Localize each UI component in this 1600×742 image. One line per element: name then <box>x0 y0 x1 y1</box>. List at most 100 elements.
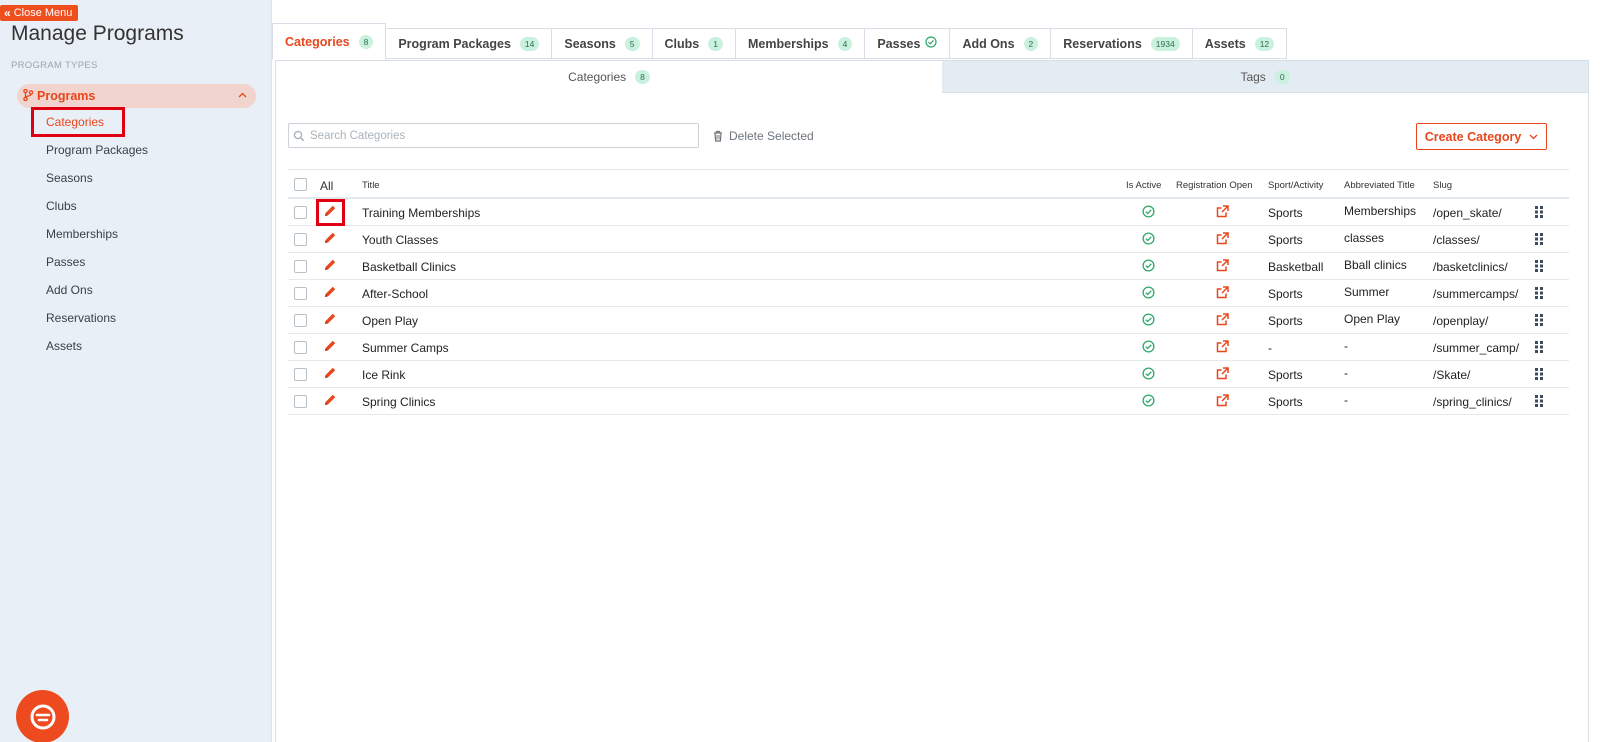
close-menu-button[interactable]: « Close Menu <box>0 5 79 21</box>
pencil-icon[interactable] <box>322 284 338 303</box>
header-title[interactable]: Title <box>362 180 380 191</box>
pencil-icon[interactable] <box>322 311 338 330</box>
drag-handle-icon[interactable] <box>1535 395 1543 410</box>
external-link-icon[interactable] <box>1216 340 1229 356</box>
tab-bar: Categories 8 Program Packages 14 Seasons… <box>272 23 1288 60</box>
create-category-button[interactable]: Create Category <box>1416 123 1547 150</box>
count-badge: 5 <box>624 36 640 51</box>
subtab-tags[interactable]: Tags 0 <box>942 61 1588 93</box>
row-title: Basketball Clinics <box>362 260 457 274</box>
chat-help-button[interactable] <box>16 690 69 742</box>
count-badge: 12 <box>1254 36 1275 51</box>
row-slug: /spring_clinics/ <box>1433 395 1512 409</box>
search-input[interactable] <box>310 129 690 142</box>
tab-label: Categories <box>285 34 350 49</box>
chevron-down-icon <box>1529 134 1538 139</box>
external-link-icon[interactable] <box>1216 205 1229 221</box>
pencil-icon[interactable] <box>322 230 338 249</box>
search-icon <box>293 130 305 141</box>
tab-reservations[interactable]: Reservations 1934 <box>1051 28 1193 59</box>
external-link-icon[interactable] <box>1216 286 1229 302</box>
row-title: Ice Rink <box>362 368 406 382</box>
external-link-icon[interactable] <box>1216 313 1229 329</box>
row-checkbox[interactable] <box>294 368 307 381</box>
header-abbreviated-title[interactable]: Abbreviated Title <box>1344 180 1415 191</box>
row-sport: Sports <box>1268 287 1303 301</box>
tab-memberships[interactable]: Memberships 4 <box>736 28 866 59</box>
close-menu-label: Close Menu <box>13 7 73 19</box>
row-checkbox[interactable] <box>294 341 307 354</box>
drag-handle-icon[interactable] <box>1535 260 1543 275</box>
row-abbreviated-title: classes <box>1344 231 1385 245</box>
header-slug[interactable]: Slug <box>1433 180 1452 191</box>
header-registration-open[interactable]: Registration Open <box>1176 180 1253 191</box>
tab-seasons[interactable]: Seasons 5 <box>552 28 653 59</box>
tab-label: Add Ons <box>962 36 1015 51</box>
delete-selected-button[interactable]: Delete Selected <box>713 129 814 143</box>
tab-passes[interactable]: Passes <box>865 28 951 59</box>
double-chevron-left-icon: « <box>4 6 11 20</box>
row-sport: Sports <box>1268 395 1303 409</box>
check-circle-icon <box>1142 340 1155 356</box>
tab-add-ons[interactable]: Add Ons 2 <box>950 28 1052 59</box>
pencil-icon[interactable] <box>322 392 338 411</box>
row-checkbox[interactable] <box>294 206 307 219</box>
subtab-categories[interactable]: Categories 8 <box>276 61 942 93</box>
external-link-icon[interactable] <box>1216 394 1229 410</box>
sidebar-item-memberships[interactable]: Memberships <box>46 227 118 241</box>
sidebar-item-assets[interactable]: Assets <box>46 339 82 353</box>
check-circle-icon <box>925 36 938 51</box>
search-field[interactable] <box>288 123 699 148</box>
row-sport: Sports <box>1268 368 1303 382</box>
tab-categories[interactable]: Categories 8 <box>272 23 387 60</box>
row-checkbox[interactable] <box>294 395 307 408</box>
external-link-icon[interactable] <box>1216 259 1229 275</box>
row-abbreviated-title: Memberships <box>1344 204 1417 218</box>
pencil-icon[interactable] <box>322 203 338 222</box>
row-checkbox[interactable] <box>294 314 307 327</box>
row-checkbox[interactable] <box>294 233 307 246</box>
pencil-icon[interactable] <box>322 365 338 384</box>
chevron-up-icon <box>238 89 247 101</box>
row-title: After-School <box>362 287 429 301</box>
branch-icon <box>23 88 37 104</box>
row-slug: /open_skate/ <box>1433 206 1502 220</box>
check-circle-icon <box>1142 259 1155 275</box>
count-badge: 1 <box>708 36 723 51</box>
sidebar-item-clubs[interactable]: Clubs <box>46 199 77 213</box>
table-row: Ice Rink Sports - /Skate/ <box>288 361 1569 388</box>
row-sport: Sports <box>1268 206 1303 220</box>
row-checkbox[interactable] <box>294 260 307 273</box>
page-title: Manage Programs <box>11 22 184 45</box>
sidebar-item-programs[interactable]: Programs <box>17 84 256 108</box>
sidebar-item-program-packages[interactable]: Program Packages <box>46 143 148 157</box>
row-slug: /summercamps/ <box>1433 287 1519 301</box>
drag-handle-icon[interactable] <box>1535 368 1543 383</box>
subtab-label: Tags <box>1240 69 1266 84</box>
pencil-icon[interactable] <box>322 257 338 276</box>
drag-handle-icon[interactable] <box>1535 206 1543 221</box>
drag-handle-icon[interactable] <box>1535 314 1543 329</box>
sidebar-item-passes[interactable]: Passes <box>46 255 85 269</box>
pencil-icon[interactable] <box>322 338 338 357</box>
tab-clubs[interactable]: Clubs 1 <box>652 28 736 59</box>
tab-label: Seasons <box>564 36 616 51</box>
sidebar-item-add-ons[interactable]: Add Ons <box>46 283 93 297</box>
external-link-icon[interactable] <box>1216 232 1229 248</box>
select-all-checkbox[interactable] <box>294 178 307 191</box>
count-badge: 0 <box>1274 69 1290 84</box>
external-link-icon[interactable] <box>1216 367 1229 383</box>
header-is-active[interactable]: Is Active <box>1126 180 1161 191</box>
drag-handle-icon[interactable] <box>1535 341 1543 356</box>
header-sport-activity[interactable]: Sport/Activity <box>1268 180 1323 191</box>
sidebar-item-categories[interactable]: Categories <box>46 115 104 129</box>
sidebar-item-reservations[interactable]: Reservations <box>46 311 116 325</box>
sidebar-item-seasons[interactable]: Seasons <box>46 171 93 185</box>
drag-handle-icon[interactable] <box>1535 287 1543 302</box>
tab-program-packages[interactable]: Program Packages 14 <box>386 28 553 59</box>
tab-assets[interactable]: Assets 12 <box>1192 28 1288 59</box>
check-circle-icon <box>1142 232 1155 248</box>
row-abbreviated-title: - <box>1344 366 1348 380</box>
row-checkbox[interactable] <box>294 287 307 300</box>
drag-handle-icon[interactable] <box>1535 233 1543 248</box>
